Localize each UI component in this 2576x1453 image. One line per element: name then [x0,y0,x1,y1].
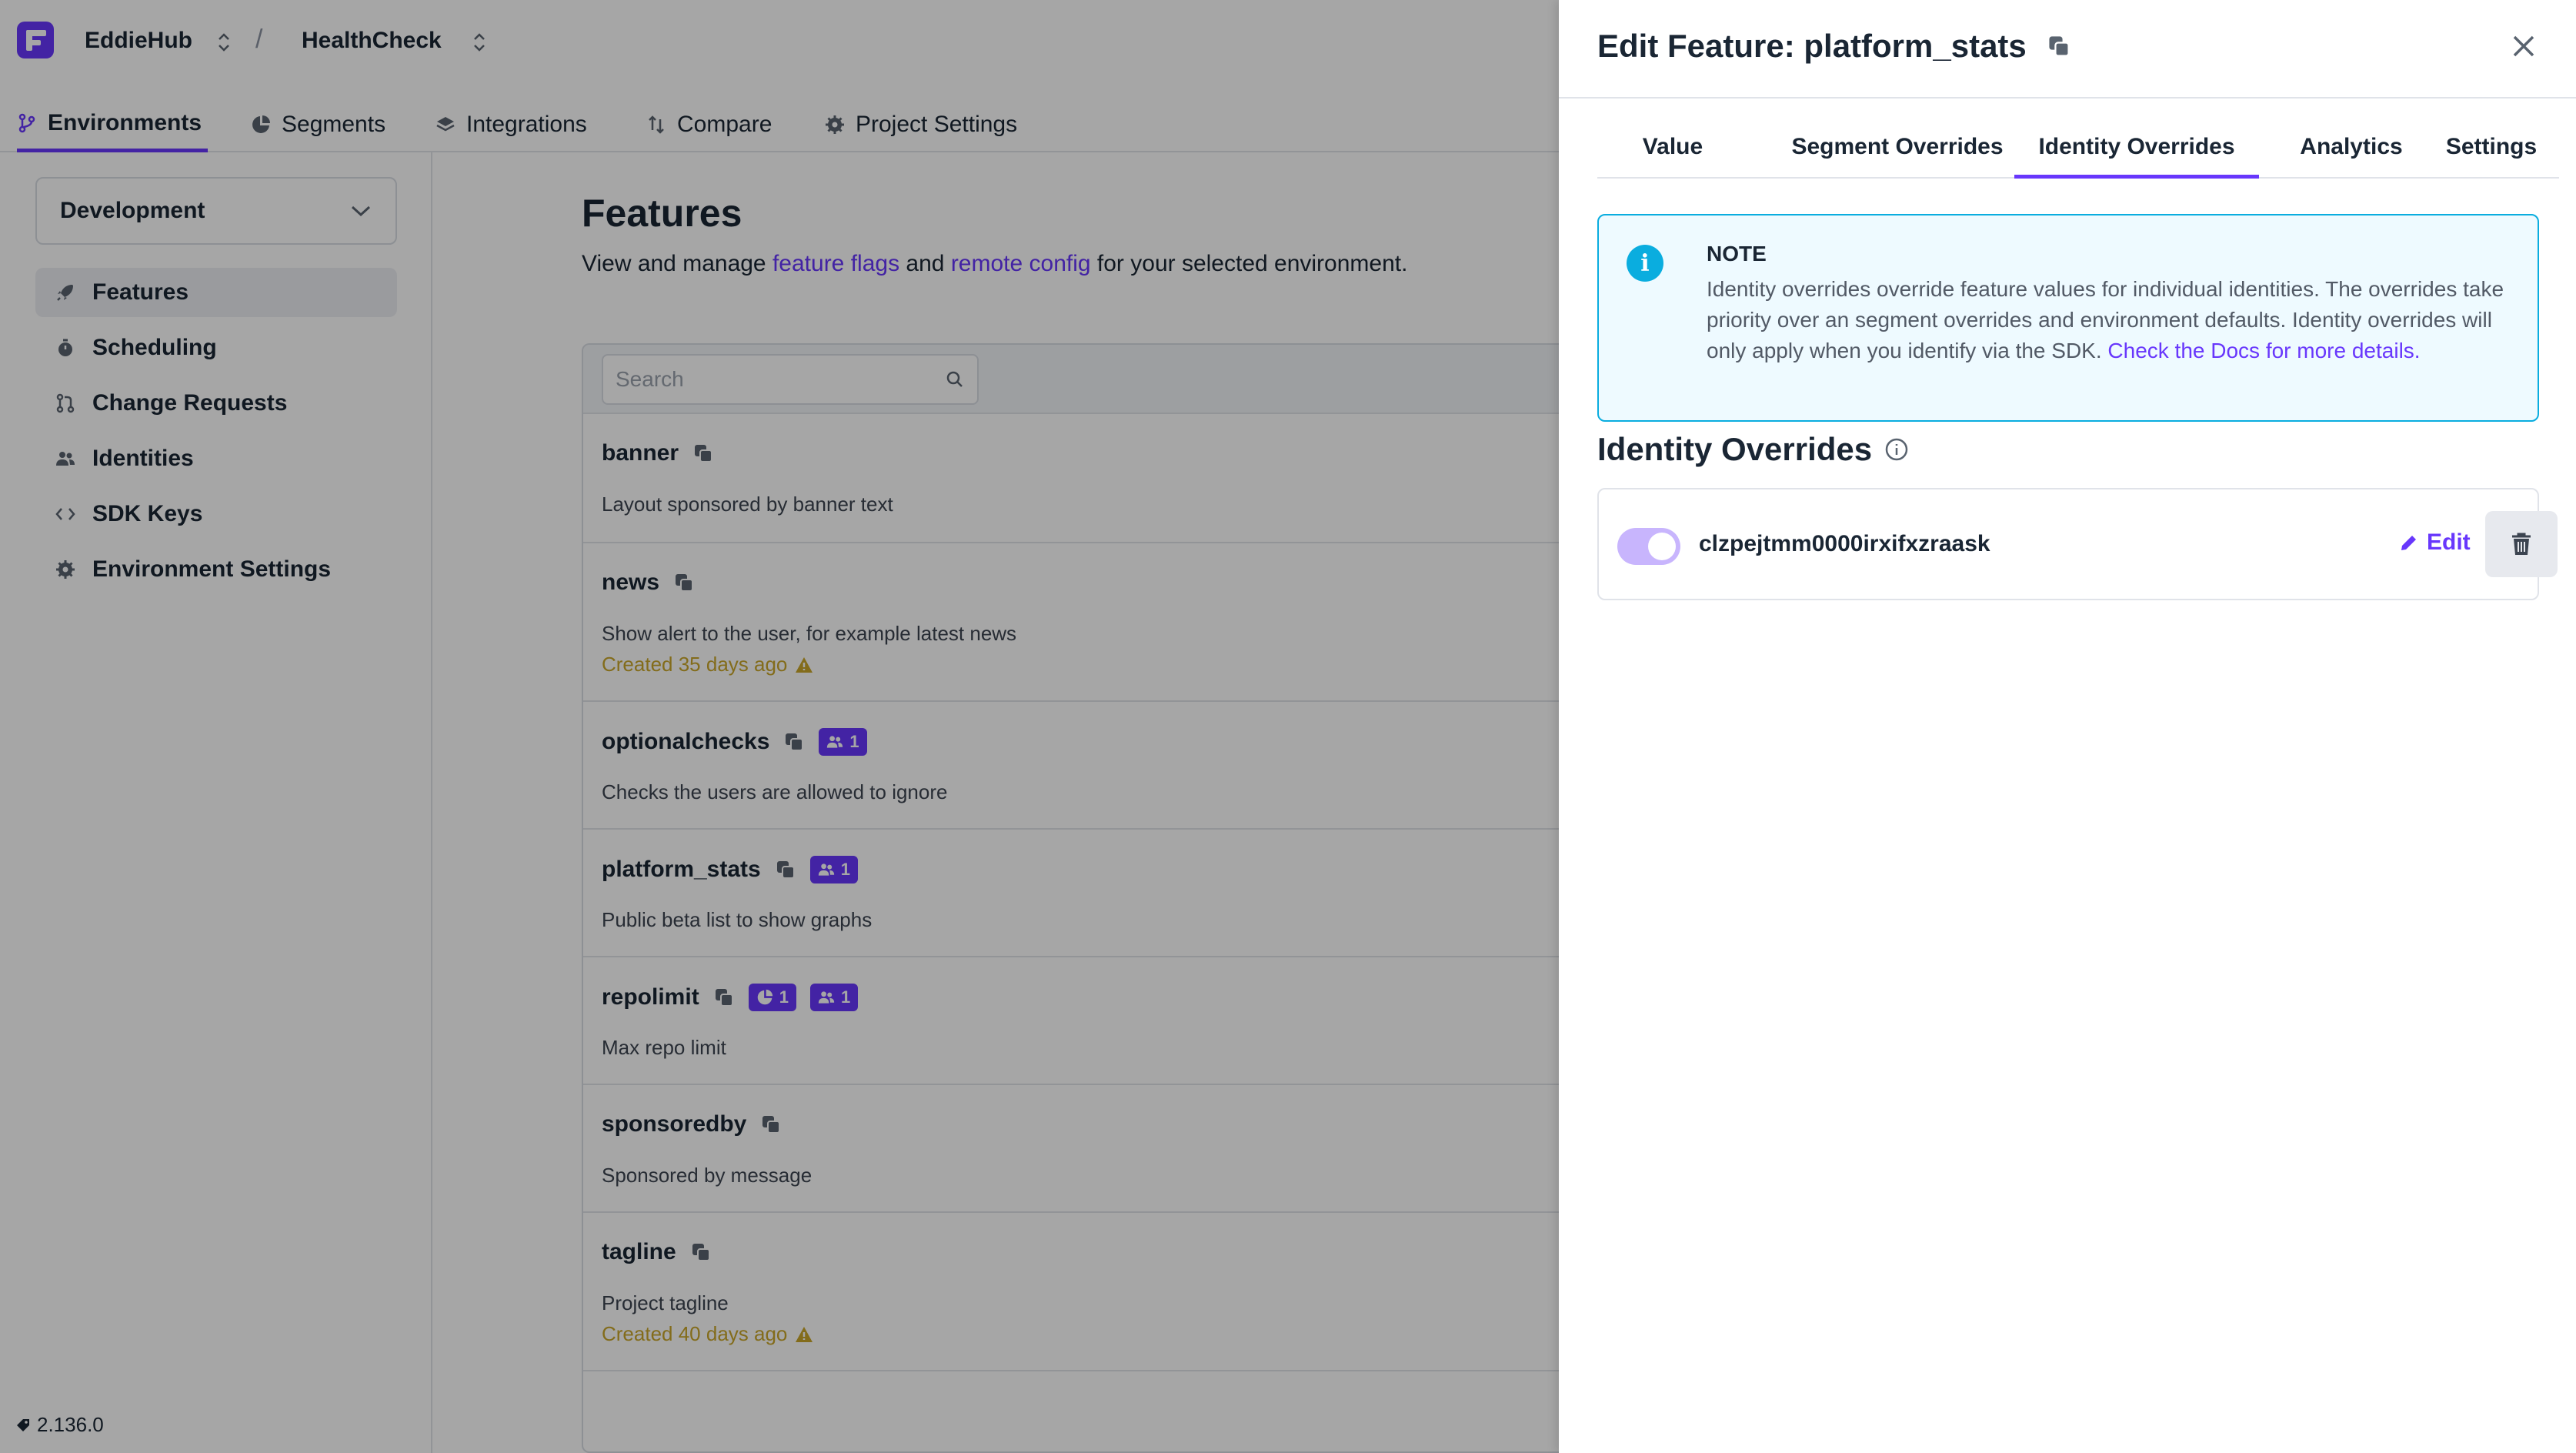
drawer-tabs: Value Segment Overrides Identity Overrid… [1597,122,2559,179]
docs-link[interactable]: Check the Docs for more details. [2107,339,2420,362]
pencil-icon [2399,533,2419,553]
note-body: Identity overrides override feature valu… [1707,274,2522,366]
drawer-header: Edit Feature: platform_stats [1559,0,2576,99]
tab-value[interactable]: Value [1620,134,1725,179]
drawer-title-text: Edit Feature: platform_stats [1597,28,2027,64]
edit-label: Edit [2427,529,2471,555]
identity-override-row: clzpejtmm0000irxifxzraask Edit [1597,488,2558,600]
note-title: NOTE [1707,242,1767,266]
app-root: EddieHub / HealthCheck Environments Segm… [0,0,2576,1453]
edit-override-button[interactable]: Edit [2399,529,2471,556]
section-title-text: Identity Overrides [1597,431,1873,467]
tab-analytics[interactable]: Analytics [2273,134,2430,179]
info-circle-icon[interactable] [1884,437,1909,462]
tab-identity-overrides[interactable]: Identity Overrides [2014,134,2259,179]
info-icon: i [1627,245,1663,282]
copy-icon[interactable] [2047,34,2071,58]
section-title: Identity Overrides [1597,431,1909,468]
override-identity[interactable]: clzpejtmm0000irxifxzraask [1699,531,1990,557]
drawer-title: Edit Feature: platform_stats [1597,28,2071,65]
close-icon[interactable] [2510,32,2538,60]
override-enabled-toggle[interactable] [1617,528,1680,565]
trash-icon [2510,532,2533,556]
delete-override-button[interactable] [2485,511,2558,577]
tab-segment-overrides[interactable]: Segment Overrides [1767,134,2028,179]
tab-settings[interactable]: Settings [2436,134,2547,179]
edit-feature-drawer: Edit Feature: platform_stats Value Segme… [1559,0,2576,1453]
info-note: i NOTE Identity overrides override featu… [1597,214,2539,422]
